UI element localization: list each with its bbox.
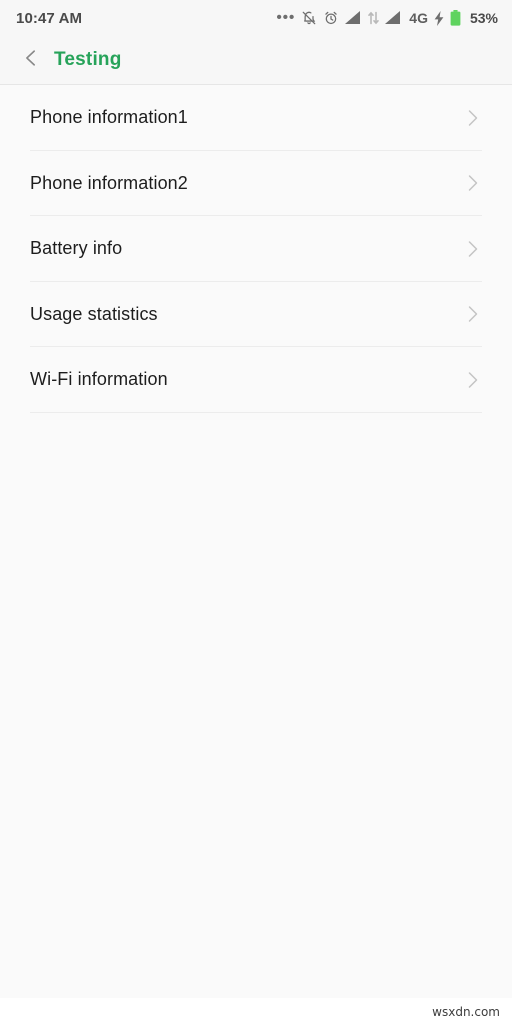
signal-bars-sim2-icon <box>385 11 402 25</box>
status-bar-time: 10:47 AM <box>16 9 83 27</box>
site-watermark: wsxdn.com <box>432 1005 500 1019</box>
list-item-phone-information2[interactable]: Phone information2 <box>0 150 512 216</box>
list-item-wifi-information[interactable]: Wi-Fi information <box>0 347 512 413</box>
watermark-bar: wsxdn.com <box>0 998 512 1024</box>
battery-icon <box>450 10 461 26</box>
list-item-label: Wi-Fi information <box>30 369 168 390</box>
signal-bars-sim1-icon <box>345 11 362 25</box>
list-item-label: Usage statistics <box>30 303 158 324</box>
network-type-label: 4G <box>409 10 428 26</box>
notifications-muted-icon <box>301 10 317 26</box>
list-item-label: Battery info <box>30 238 123 259</box>
chevron-right-icon <box>464 106 482 130</box>
status-bar-icons: ••• 4G 53% <box>277 10 498 26</box>
empty-content-area <box>0 412 512 999</box>
chevron-right-icon <box>464 237 482 261</box>
data-transfer-icon <box>368 11 380 25</box>
status-bar: 10:47 AM ••• 4G 53% <box>0 0 512 36</box>
list-item-label: Phone information1 <box>30 107 188 128</box>
chevron-right-icon <box>464 171 482 195</box>
more-dots-icon: ••• <box>276 9 296 26</box>
chevron-right-icon <box>464 368 482 392</box>
back-chevron-icon <box>20 47 42 74</box>
list-item-usage-statistics[interactable]: Usage statistics <box>0 281 512 347</box>
charging-bolt-icon <box>434 10 444 26</box>
battery-percent-label: 53% <box>469 10 498 26</box>
phone-screen: 10:47 AM ••• 4G 53% Testing Phone inform… <box>0 0 512 1024</box>
settings-list: Phone information1 Phone information2 Ba… <box>0 85 512 413</box>
back-button[interactable] <box>14 40 48 80</box>
list-item-phone-information1[interactable]: Phone information1 <box>0 85 512 151</box>
page-title: Testing <box>54 49 122 70</box>
app-header: Testing <box>0 36 512 85</box>
list-item-battery-info[interactable]: Battery info <box>0 216 512 282</box>
chevron-right-icon <box>464 302 482 326</box>
alarm-clock-icon <box>323 10 339 26</box>
list-item-label: Phone information2 <box>30 172 188 193</box>
